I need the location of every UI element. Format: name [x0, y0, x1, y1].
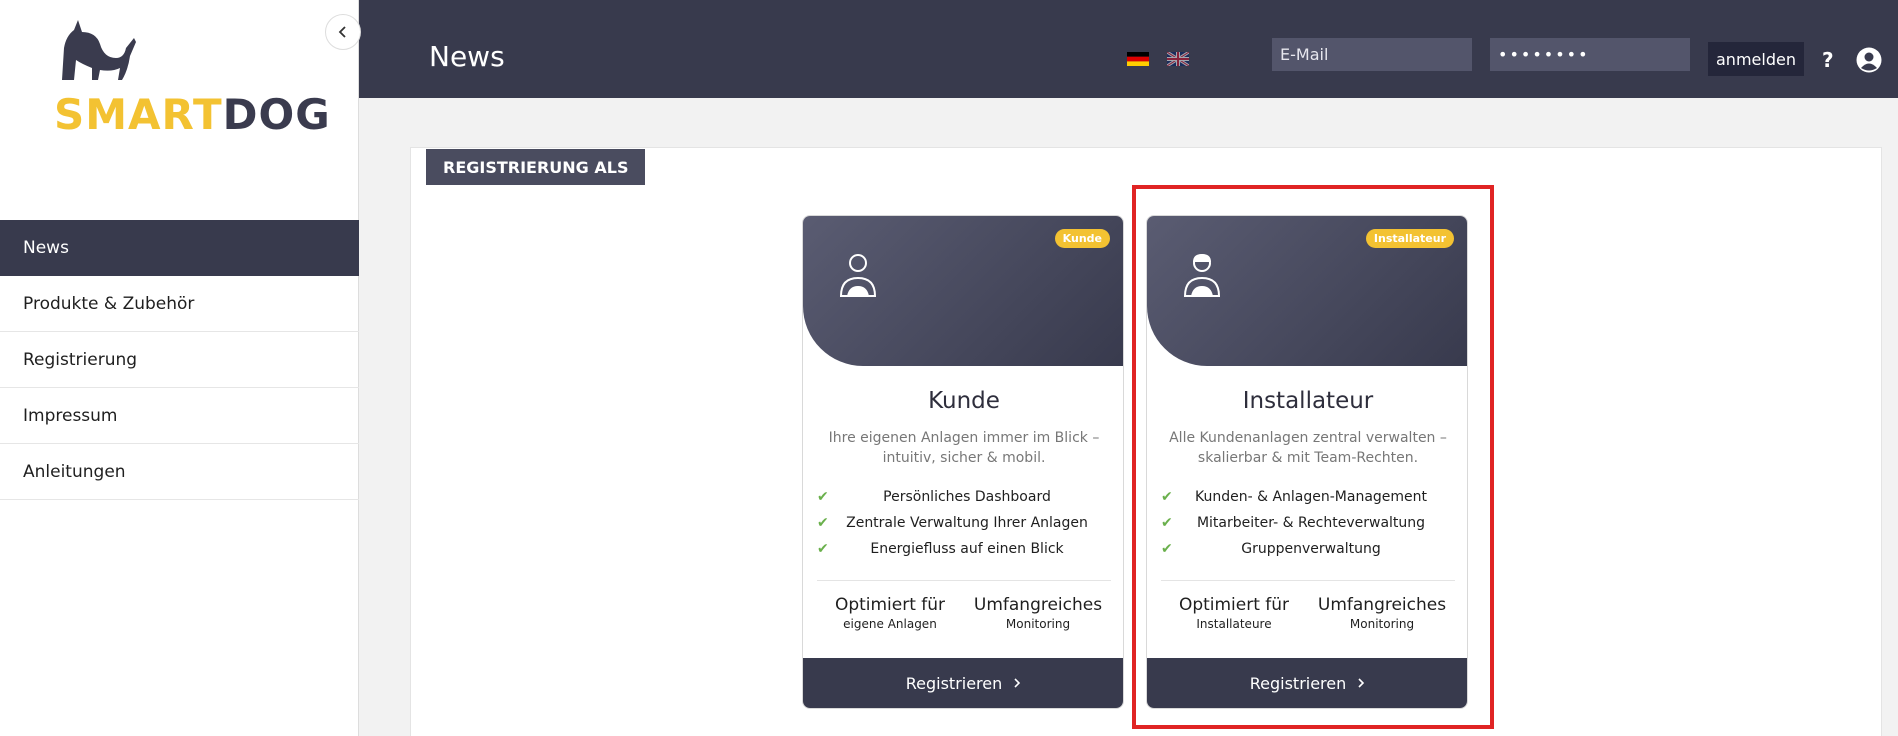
sidebar: SMARTDOG News Produkte & Zubehör Registr…	[0, 0, 359, 736]
check-icon: ✔	[1161, 515, 1173, 531]
register-installateur-button[interactable]: Registrieren	[1147, 658, 1467, 708]
sidebar-nav: News Produkte & Zubehör Registrierung Im…	[0, 220, 359, 500]
de-flag-icon[interactable]	[1127, 52, 1149, 66]
card-title: Installateur	[1242, 388, 1374, 414]
list-item: ✔ Mitarbeiter- & Rechteverwaltung	[1161, 515, 1426, 531]
status-badge: Installateur	[1365, 229, 1454, 248]
card-header: Kunde	[803, 216, 1123, 366]
user-circle-icon[interactable]	[1855, 46, 1883, 74]
list-item: ✔ Kunden- & Anlagen-Management	[1161, 489, 1428, 505]
list-item: ✔ Energiefluss auf einen Blick	[817, 541, 1064, 557]
sidebar-item-registrierung[interactable]: Registrierung	[0, 332, 359, 388]
installer-helmet-user-icon	[1183, 254, 1221, 297]
logo-text: SMARTDOG	[54, 90, 331, 139]
chevron-right-icon	[1014, 678, 1021, 688]
sidebar-collapse-button[interactable]	[325, 14, 361, 50]
status-badge: Kunde	[1054, 229, 1110, 248]
chevron-right-icon	[1358, 678, 1365, 688]
register-kunde-button[interactable]: Registrieren	[803, 658, 1123, 708]
dog-logo-icon	[62, 20, 136, 80]
stat-monitoring: Umfangreiches Monitoring	[973, 595, 1103, 631]
password-input[interactable]	[1490, 38, 1690, 71]
smartdog-logo[interactable]: SMARTDOG	[52, 18, 330, 143]
card-title: Kunde	[928, 388, 1000, 414]
help-button[interactable]: ?	[1822, 48, 1834, 72]
sidebar-item-impressum[interactable]: Impressum	[0, 388, 359, 444]
stat-optimized: Optimiert für eigene Anlagen	[834, 595, 946, 631]
top-header: News anmelden ?	[359, 0, 1898, 98]
list-item: ✔ Gruppenverwaltung	[1161, 541, 1381, 557]
email-input[interactable]	[1272, 38, 1472, 71]
check-icon: ✔	[1161, 541, 1173, 557]
check-icon: ✔	[1161, 489, 1173, 505]
feature-list: ✔ Kunden- & Anlagen-Management ✔ Mitarbeit…	[1161, 484, 1455, 562]
check-icon: ✔	[817, 489, 829, 505]
card-installateur: Installateur Installateur Alle Kundenanl…	[1146, 215, 1468, 709]
divider	[1161, 580, 1455, 581]
chevron-left-icon	[338, 26, 346, 38]
card-header: Installateur	[1147, 216, 1467, 366]
list-item: ✔ Zentrale Verwaltung Ihrer Anlagen	[817, 515, 1088, 531]
uk-flag-icon[interactable]	[1167, 52, 1189, 66]
login-button[interactable]: anmelden	[1708, 42, 1804, 76]
section-label: REGISTRIERUNG ALS	[426, 149, 646, 185]
card-description: Ihre eigenen Anlagen immer im Blick – in…	[828, 430, 1100, 466]
check-icon: ✔	[817, 541, 829, 557]
card-kunde: Kunde Kunde Ihre eigenen Anlagen immer i…	[802, 215, 1124, 709]
feature-list: ✔ Persönliches Dashboard ✔ Zentrale Verwal…	[817, 484, 1111, 562]
page-title: News	[429, 40, 505, 73]
sidebar-item-news[interactable]: News	[0, 220, 359, 276]
stat-optimized: Optimiert für Installateure	[1178, 595, 1290, 631]
check-icon: ✔	[817, 515, 829, 531]
sidebar-item-produkte[interactable]: Produkte & Zubehör	[0, 276, 359, 332]
stat-monitoring: Umfangreiches Monitoring	[1317, 595, 1447, 631]
card-description: Alle Kundenanlagen zentral verwalten – s…	[1169, 430, 1447, 466]
customer-user-icon	[839, 254, 877, 297]
sidebar-item-anleitungen[interactable]: Anleitungen	[0, 444, 359, 500]
list-item: ✔ Persönliches Dashboard	[817, 489, 1051, 505]
divider	[817, 580, 1111, 581]
